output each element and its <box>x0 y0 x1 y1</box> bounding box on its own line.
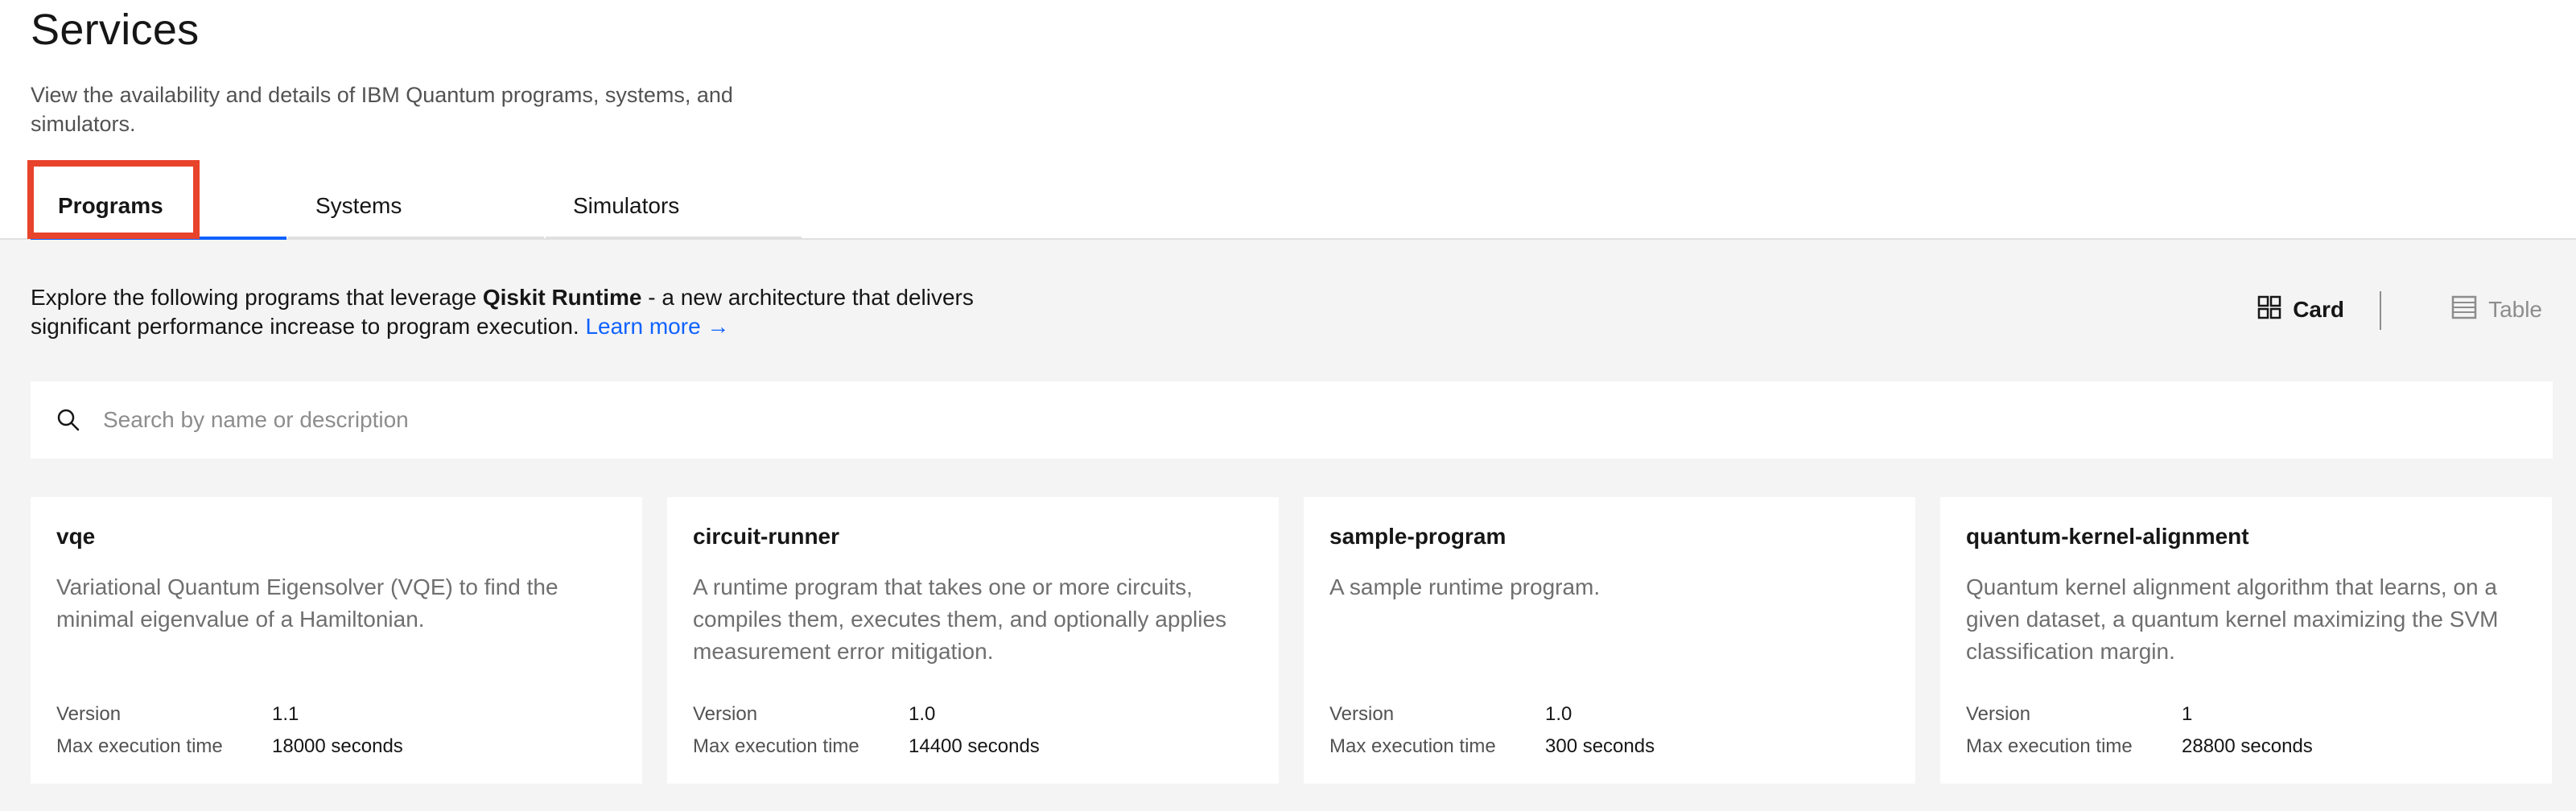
program-card-vqe[interactable]: vqe Variational Quantum Eigensolver (VQE… <box>31 497 642 784</box>
program-name: quantum-kernel-alignment <box>1966 524 2249 549</box>
card-view-button[interactable]: Card <box>2257 290 2344 330</box>
program-name: vqe <box>56 524 96 549</box>
program-description: A sample runtime program. <box>1329 574 1601 599</box>
search-input[interactable] <box>103 381 2553 459</box>
max-time-value: 28800 seconds <box>2182 735 2313 757</box>
table-view-button[interactable]: Table <box>2451 290 2542 330</box>
program-name: sample-program <box>1329 524 1506 549</box>
program-description: Variational Quantum Eigensolver (VQE) to… <box>56 574 558 632</box>
program-cards: vqe Variational Quantum Eigensolver (VQE… <box>31 497 2553 784</box>
tab-programs[interactable]: Programs <box>31 175 286 240</box>
version-value: 1 <box>2182 703 2193 725</box>
intro-text-before: Explore the following programs that leve… <box>31 285 483 310</box>
max-time-label: Max execution time <box>693 735 859 757</box>
max-time-label: Max execution time <box>1329 735 1496 757</box>
max-time-label: Max execution time <box>1966 735 2133 757</box>
version-label: Version <box>1966 703 2031 725</box>
learn-more-link[interactable]: Learn more → <box>585 314 729 339</box>
max-time-value: 300 seconds <box>1545 735 1655 757</box>
programs-intro: Explore the following programs that leve… <box>31 283 996 341</box>
card-view-label: Card <box>2293 297 2344 322</box>
page-description: View the availability and details of IBM… <box>31 83 733 136</box>
program-description: Quantum kernel alignment algorithm that … <box>1966 574 2499 664</box>
version-label: Version <box>56 703 122 725</box>
program-meta: Version 1.0 Max execution time 14400 secon… <box>693 698 1256 763</box>
program-description: A runtime program that takes one or more… <box>693 574 1227 664</box>
tab-simulators[interactable]: Simulators <box>546 175 802 240</box>
program-meta: Version 1.1 Max execution time 18000 secon… <box>56 698 620 763</box>
grid-icon <box>2257 295 2293 325</box>
program-meta: Version 1.0 Max execution time 300 seconds <box>1329 698 1893 763</box>
search-bar <box>31 381 2553 459</box>
tab-systems[interactable]: Systems <box>288 175 544 240</box>
version-value: 1.0 <box>1545 703 1572 725</box>
version-value: 1.0 <box>909 703 936 725</box>
max-time-value: 14400 seconds <box>909 735 1040 757</box>
table-icon <box>2451 295 2488 325</box>
toggle-divider <box>2380 291 2381 330</box>
table-view-label: Table <box>2488 297 2542 322</box>
version-label: Version <box>1329 703 1395 725</box>
max-time-label: Max execution time <box>56 735 223 757</box>
version-label: Version <box>693 703 758 725</box>
page-header: Services View the availability and detai… <box>0 0 2576 240</box>
program-meta: Version 1 Max execution time 28800 seconds <box>1966 698 2529 763</box>
intro-qiskit-runtime: Qiskit Runtime <box>482 285 642 310</box>
search-icon <box>56 408 80 432</box>
program-card-circuit-runner[interactable]: circuit-runner A runtime program that ta… <box>667 497 1279 784</box>
program-card-sample-program[interactable]: sample-program A sample runtime program.… <box>1304 497 1915 784</box>
page-title: Services <box>31 6 200 54</box>
max-time-value: 18000 seconds <box>272 735 403 757</box>
version-value: 1.1 <box>272 703 299 725</box>
program-name: circuit-runner <box>693 524 840 549</box>
program-card-quantum-kernel-alignment[interactable]: quantum-kernel-alignment Quantum kernel … <box>1940 497 2552 784</box>
